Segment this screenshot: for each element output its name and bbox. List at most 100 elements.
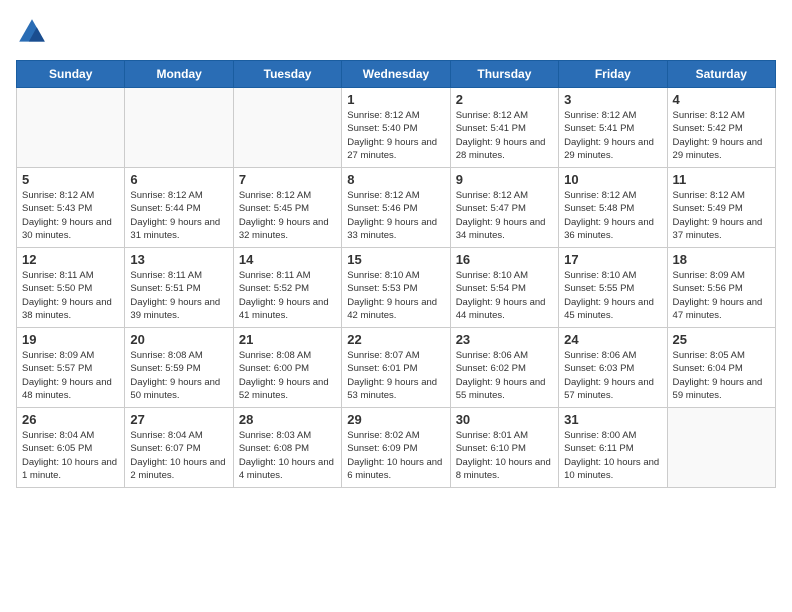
cell-info: Sunrise: 8:09 AM Sunset: 5:56 PM Dayligh… bbox=[673, 269, 770, 322]
day-number: 29 bbox=[347, 412, 444, 427]
day-number: 19 bbox=[22, 332, 119, 347]
cell-info: Sunrise: 8:08 AM Sunset: 6:00 PM Dayligh… bbox=[239, 349, 336, 402]
logo bbox=[16, 16, 52, 48]
day-number: 26 bbox=[22, 412, 119, 427]
cell-info: Sunrise: 8:11 AM Sunset: 5:50 PM Dayligh… bbox=[22, 269, 119, 322]
day-cell-24: 24 Sunrise: 8:06 AM Sunset: 6:03 PM Dayli… bbox=[559, 328, 667, 408]
cell-info: Sunrise: 8:12 AM Sunset: 5:44 PM Dayligh… bbox=[130, 189, 227, 242]
day-cell-9: 9 Sunrise: 8:12 AM Sunset: 5:47 PM Daylig… bbox=[450, 168, 558, 248]
days-header-row: SundayMondayTuesdayWednesdayThursdayFrid… bbox=[17, 61, 776, 88]
day-number: 15 bbox=[347, 252, 444, 267]
cell-info: Sunrise: 8:12 AM Sunset: 5:46 PM Dayligh… bbox=[347, 189, 444, 242]
cell-info: Sunrise: 8:03 AM Sunset: 6:08 PM Dayligh… bbox=[239, 429, 336, 482]
day-cell-31: 31 Sunrise: 8:00 AM Sunset: 6:11 PM Dayli… bbox=[559, 408, 667, 488]
day-cell-3: 3 Sunrise: 8:12 AM Sunset: 5:41 PM Daylig… bbox=[559, 88, 667, 168]
cell-info: Sunrise: 8:12 AM Sunset: 5:42 PM Dayligh… bbox=[673, 109, 770, 162]
day-number: 21 bbox=[239, 332, 336, 347]
day-header-thursday: Thursday bbox=[450, 61, 558, 88]
day-cell-30: 30 Sunrise: 8:01 AM Sunset: 6:10 PM Dayli… bbox=[450, 408, 558, 488]
cell-info: Sunrise: 8:01 AM Sunset: 6:10 PM Dayligh… bbox=[456, 429, 553, 482]
empty-cell bbox=[233, 88, 341, 168]
day-header-friday: Friday bbox=[559, 61, 667, 88]
day-cell-29: 29Sunrise: 8:02 AM Sunset: 6:09 PM Dayli… bbox=[342, 408, 450, 488]
cell-info: Sunrise: 8:12 AM Sunset: 5:40 PM Dayligh… bbox=[347, 109, 444, 162]
day-cell-18: 18Sunrise: 8:09 AM Sunset: 5:56 PM Dayli… bbox=[667, 248, 775, 328]
cell-info: Sunrise: 8:10 AM Sunset: 5:54 PM Dayligh… bbox=[456, 269, 553, 322]
cell-info: Sunrise: 8:04 AM Sunset: 6:07 PM Dayligh… bbox=[130, 429, 227, 482]
day-header-monday: Monday bbox=[125, 61, 233, 88]
day-cell-28: 28 Sunrise: 8:03 AM Sunset: 6:08 PM Dayli… bbox=[233, 408, 341, 488]
day-header-tuesday: Tuesday bbox=[233, 61, 341, 88]
cell-info: Sunrise: 8:11 AM Sunset: 5:51 PM Dayligh… bbox=[130, 269, 227, 322]
day-number: 24 bbox=[564, 332, 661, 347]
day-number: 30 bbox=[456, 412, 553, 427]
day-cell-13: 13Sunrise: 8:11 AM Sunset: 5:51 PM Dayli… bbox=[125, 248, 233, 328]
day-number: 1 bbox=[347, 92, 444, 107]
empty-cell bbox=[17, 88, 125, 168]
day-cell-16: 16Sunrise: 8:10 AM Sunset: 5:54 PM Dayli… bbox=[450, 248, 558, 328]
cell-info: Sunrise: 8:09 AM Sunset: 5:57 PM Dayligh… bbox=[22, 349, 119, 402]
day-number: 7 bbox=[239, 172, 336, 187]
day-cell-7: 7 Sunrise: 8:12 AM Sunset: 5:45 PM Daylig… bbox=[233, 168, 341, 248]
week-row-4: 19 Sunrise: 8:09 AM Sunset: 5:57 PM Dayli… bbox=[17, 328, 776, 408]
day-number: 31 bbox=[564, 412, 661, 427]
empty-cell bbox=[125, 88, 233, 168]
cell-info: Sunrise: 8:07 AM Sunset: 6:01 PM Dayligh… bbox=[347, 349, 444, 402]
day-header-sunday: Sunday bbox=[17, 61, 125, 88]
day-cell-27: 27 Sunrise: 8:04 AM Sunset: 6:07 PM Dayli… bbox=[125, 408, 233, 488]
day-cell-25: 25 Sunrise: 8:05 AM Sunset: 6:04 PM Dayli… bbox=[667, 328, 775, 408]
day-cell-1: 1 Sunrise: 8:12 AM Sunset: 5:40 PM Daylig… bbox=[342, 88, 450, 168]
week-row-2: 5 Sunrise: 8:12 AM Sunset: 5:43 PM Daylig… bbox=[17, 168, 776, 248]
cell-info: Sunrise: 8:05 AM Sunset: 6:04 PM Dayligh… bbox=[673, 349, 770, 402]
page-header bbox=[16, 16, 776, 48]
cell-info: Sunrise: 8:06 AM Sunset: 6:03 PM Dayligh… bbox=[564, 349, 661, 402]
cell-info: Sunrise: 8:12 AM Sunset: 5:45 PM Dayligh… bbox=[239, 189, 336, 242]
day-cell-15: 15 Sunrise: 8:10 AM Sunset: 5:53 PM Dayli… bbox=[342, 248, 450, 328]
cell-info: Sunrise: 8:12 AM Sunset: 5:41 PM Dayligh… bbox=[564, 109, 661, 162]
cell-info: Sunrise: 8:00 AM Sunset: 6:11 PM Dayligh… bbox=[564, 429, 661, 482]
cell-info: Sunrise: 8:08 AM Sunset: 5:59 PM Dayligh… bbox=[130, 349, 227, 402]
day-cell-12: 12 Sunrise: 8:11 AM Sunset: 5:50 PM Dayli… bbox=[17, 248, 125, 328]
day-cell-23: 23Sunrise: 8:06 AM Sunset: 6:02 PM Dayli… bbox=[450, 328, 558, 408]
cell-info: Sunrise: 8:12 AM Sunset: 5:43 PM Dayligh… bbox=[22, 189, 119, 242]
day-cell-8: 8 Sunrise: 8:12 AM Sunset: 5:46 PM Daylig… bbox=[342, 168, 450, 248]
day-number: 28 bbox=[239, 412, 336, 427]
week-row-1: 1 Sunrise: 8:12 AM Sunset: 5:40 PM Daylig… bbox=[17, 88, 776, 168]
day-number: 9 bbox=[456, 172, 553, 187]
empty-cell bbox=[667, 408, 775, 488]
day-cell-14: 14Sunrise: 8:11 AM Sunset: 5:52 PM Dayli… bbox=[233, 248, 341, 328]
day-cell-22: 22 Sunrise: 8:07 AM Sunset: 6:01 PM Dayli… bbox=[342, 328, 450, 408]
day-number: 25 bbox=[673, 332, 770, 347]
cell-info: Sunrise: 8:12 AM Sunset: 5:49 PM Dayligh… bbox=[673, 189, 770, 242]
day-header-saturday: Saturday bbox=[667, 61, 775, 88]
day-number: 20 bbox=[130, 332, 227, 347]
day-number: 22 bbox=[347, 332, 444, 347]
day-number: 4 bbox=[673, 92, 770, 107]
day-cell-10: 10Sunrise: 8:12 AM Sunset: 5:48 PM Dayli… bbox=[559, 168, 667, 248]
day-cell-11: 11Sunrise: 8:12 AM Sunset: 5:49 PM Dayli… bbox=[667, 168, 775, 248]
day-cell-19: 19 Sunrise: 8:09 AM Sunset: 5:57 PM Dayli… bbox=[17, 328, 125, 408]
day-number: 12 bbox=[22, 252, 119, 267]
cell-info: Sunrise: 8:12 AM Sunset: 5:47 PM Dayligh… bbox=[456, 189, 553, 242]
cell-info: Sunrise: 8:11 AM Sunset: 5:52 PM Dayligh… bbox=[239, 269, 336, 322]
day-cell-17: 17Sunrise: 8:10 AM Sunset: 5:55 PM Dayli… bbox=[559, 248, 667, 328]
week-row-3: 12 Sunrise: 8:11 AM Sunset: 5:50 PM Dayli… bbox=[17, 248, 776, 328]
week-row-5: 26 Sunrise: 8:04 AM Sunset: 6:05 PM Dayli… bbox=[17, 408, 776, 488]
day-cell-21: 21 Sunrise: 8:08 AM Sunset: 6:00 PM Dayli… bbox=[233, 328, 341, 408]
cell-info: Sunrise: 8:12 AM Sunset: 5:41 PM Dayligh… bbox=[456, 109, 553, 162]
day-number: 23 bbox=[456, 332, 553, 347]
day-number: 3 bbox=[564, 92, 661, 107]
day-cell-4: 4 Sunrise: 8:12 AM Sunset: 5:42 PM Daylig… bbox=[667, 88, 775, 168]
day-header-wednesday: Wednesday bbox=[342, 61, 450, 88]
day-cell-26: 26 Sunrise: 8:04 AM Sunset: 6:05 PM Dayli… bbox=[17, 408, 125, 488]
calendar-table: SundayMondayTuesdayWednesdayThursdayFrid… bbox=[16, 60, 776, 488]
day-number: 27 bbox=[130, 412, 227, 427]
day-number: 6 bbox=[130, 172, 227, 187]
cell-info: Sunrise: 8:10 AM Sunset: 5:53 PM Dayligh… bbox=[347, 269, 444, 322]
day-number: 8 bbox=[347, 172, 444, 187]
day-number: 2 bbox=[456, 92, 553, 107]
day-cell-6: 6 Sunrise: 8:12 AM Sunset: 5:44 PM Daylig… bbox=[125, 168, 233, 248]
day-cell-5: 5 Sunrise: 8:12 AM Sunset: 5:43 PM Daylig… bbox=[17, 168, 125, 248]
day-number: 5 bbox=[22, 172, 119, 187]
cell-info: Sunrise: 8:04 AM Sunset: 6:05 PM Dayligh… bbox=[22, 429, 119, 482]
